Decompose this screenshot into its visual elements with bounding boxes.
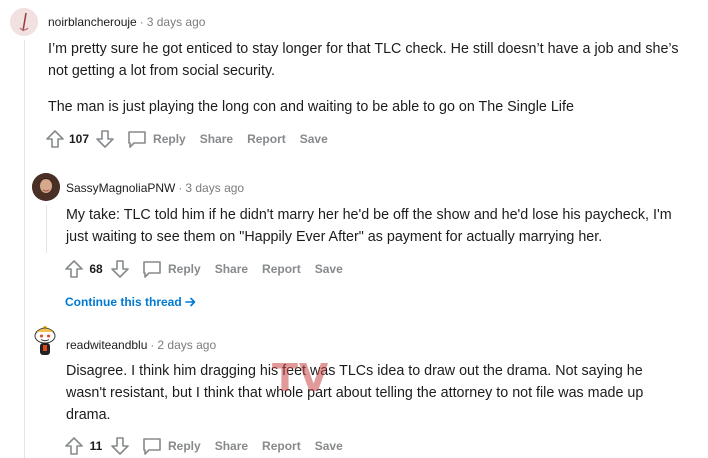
separator-dot: · <box>139 15 144 29</box>
comment-line: wasn't resistant, but I think that whole… <box>66 385 644 401</box>
comment-line: not getting a lot from social security. <box>48 63 275 79</box>
upvote-arrow-icon[interactable] <box>62 434 86 458</box>
avatar[interactable] <box>32 324 58 358</box>
comment-paragraph: I’m pretty sure he got enticed to stay l… <box>48 38 678 82</box>
comment-bubble-icon <box>143 261 161 278</box>
arrow-right-icon <box>185 297 196 307</box>
comment-line: just waiting to see them on "Happily Eve… <box>66 229 603 245</box>
thread-line[interactable] <box>46 205 47 253</box>
continue-thread-link[interactable]: Continue this thread <box>65 295 196 309</box>
reply-label: Reply <box>168 262 201 276</box>
comment-actions: 107 Reply Share Report Save <box>43 127 328 151</box>
reply-label: Reply <box>168 439 201 453</box>
reply-label: Reply <box>153 132 186 146</box>
avatar-image <box>10 8 38 36</box>
downvote-arrow-icon[interactable] <box>108 434 132 458</box>
comment-meta: noirblancherouje · 3 days ago <box>48 14 205 30</box>
username[interactable]: SassyMagnoliaPNW <box>66 181 175 195</box>
downvote-arrow-icon[interactable] <box>108 257 132 281</box>
comment-actions: 11 Reply Share Report Save <box>62 434 343 458</box>
vote-score: 11 <box>89 439 103 453</box>
save-button[interactable]: Save <box>300 132 328 146</box>
reply-button[interactable]: Reply <box>142 260 201 278</box>
timestamp[interactable]: 2 days ago <box>157 338 216 352</box>
comment-line: I’m pretty sure he got enticed to stay l… <box>48 41 679 57</box>
comment-body: I’m pretty sure he got enticed to stay l… <box>48 38 678 118</box>
vote-score: 68 <box>89 262 103 276</box>
share-button[interactable]: Share <box>215 262 248 276</box>
upvote-arrow-icon[interactable] <box>43 127 67 151</box>
comment-meta: readwiteandblu · 2 days ago <box>66 337 216 353</box>
timestamp[interactable]: 3 days ago <box>185 181 244 195</box>
report-button[interactable]: Report <box>247 132 286 146</box>
thread-line[interactable] <box>24 40 25 458</box>
snoo-avatar-icon <box>34 326 56 355</box>
comment-bubble-icon <box>128 131 146 148</box>
save-button[interactable]: Save <box>315 262 343 276</box>
reply-button[interactable]: Reply <box>127 130 186 148</box>
share-button[interactable]: Share <box>215 439 248 453</box>
comment-body: My take: TLC told him if he didn't marry… <box>66 204 672 248</box>
upvote-arrow-icon[interactable] <box>62 257 86 281</box>
continue-thread-label: Continue this thread <box>65 295 182 309</box>
comment-line: My take: TLC told him if he didn't marry… <box>66 207 672 223</box>
comment-body: Disagree. I think him dragging his feet … <box>66 360 643 426</box>
comment-meta: SassyMagnoliaPNW · 3 days ago <box>66 180 244 196</box>
comment-paragraph: Disagree. I think him dragging his feet … <box>66 360 643 426</box>
username[interactable]: noirblancherouje <box>48 15 137 29</box>
timestamp[interactable]: 3 days ago <box>147 15 206 29</box>
reply-button[interactable]: Reply <box>142 437 201 455</box>
comment-bubble-icon <box>143 438 161 455</box>
avatar-image <box>32 173 60 201</box>
separator-dot: · <box>150 338 155 352</box>
save-button[interactable]: Save <box>315 439 343 453</box>
avatar[interactable] <box>32 173 60 201</box>
separator-dot: · <box>178 181 183 195</box>
vote-score: 107 <box>69 132 90 146</box>
comment-line: Disagree. I think him dragging his feet … <box>66 363 643 379</box>
comment-line: drama. <box>66 407 111 423</box>
username[interactable]: readwiteandblu <box>66 338 147 352</box>
avatar[interactable] <box>10 8 38 36</box>
comment-actions: 68 Reply Share Report Save <box>62 257 343 281</box>
comment-paragraph: The man is just playing the long con and… <box>48 99 574 115</box>
report-button[interactable]: Report <box>262 262 301 276</box>
downvote-arrow-icon[interactable] <box>93 127 117 151</box>
report-button[interactable]: Report <box>262 439 301 453</box>
comment-paragraph: My take: TLC told him if he didn't marry… <box>66 204 672 248</box>
share-button[interactable]: Share <box>200 132 233 146</box>
